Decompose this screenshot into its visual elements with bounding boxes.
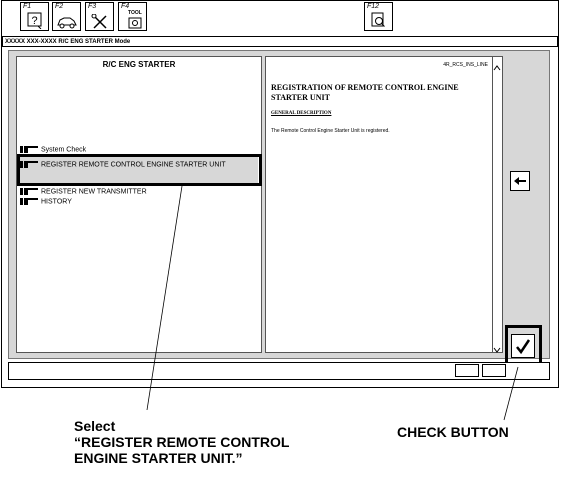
leader-lines [146, 185, 519, 421]
callout-select-line3: ENGINE STARTER UNIT.” [74, 450, 243, 466]
callout-select: Select “REGISTER REMOTE CONTROL ENGINE S… [74, 418, 289, 466]
callout-select-line1: Select [74, 418, 116, 434]
callout-check-button: CHECK BUTTON [397, 424, 509, 440]
callout-select-line2: “REGISTER REMOTE CONTROL [74, 434, 290, 450]
